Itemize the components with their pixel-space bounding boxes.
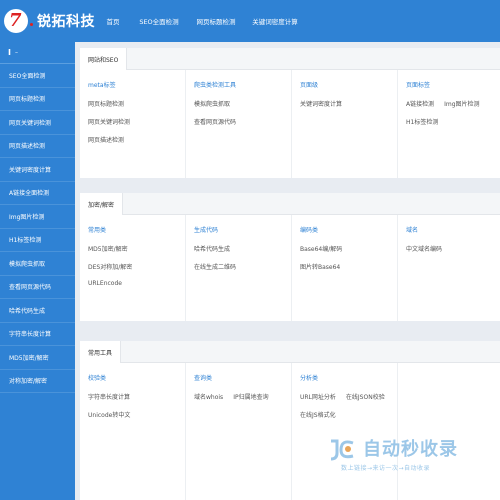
sidebar-item-keyword-density[interactable]: 关键词密度计算	[0, 158, 75, 182]
sidebar-item-h1-check[interactable]: H1标签检测	[0, 229, 75, 252]
panel-tabbar: 加密/解密	[80, 193, 500, 215]
tool-link-unicode[interactable]: Unicode转中文	[88, 410, 130, 419]
tool-group: meta标签 网页标题检测 网页关键词检测 网页描述检测	[80, 70, 186, 178]
topnav-title-check[interactable]: 网页标题检测	[188, 0, 244, 42]
tool-group: 页面标签 A链接检测 Img图片检测 H1标签检测	[398, 70, 500, 178]
watermark: 自动秒收录 数上链接→来访一次→自动收录	[325, 433, 485, 479]
sidebar-item-description-check[interactable]: 网页描述检测	[0, 135, 75, 158]
sidebar-item-view-source[interactable]: 查看网页源代码	[0, 276, 75, 299]
group-title[interactable]: 生成代码	[194, 225, 291, 234]
sidebar-item-title-check[interactable]: 网页标题检测	[0, 88, 75, 111]
logo-mark-icon: 7	[4, 9, 28, 33]
sidebar-item-md5[interactable]: MD5加密/解密	[0, 346, 75, 370]
tool-group: 分析类 URL网址分析 在线JSON校验 在线JS格式化	[292, 363, 398, 500]
topnav-seo-check[interactable]: SEO全面检测	[130, 0, 188, 42]
sidebar-item-img-check[interactable]: Img图片检测	[0, 205, 75, 229]
tool-link-keyword-density[interactable]: 关键词密度计算	[300, 99, 342, 108]
group-title[interactable]: 校验类	[88, 373, 185, 382]
panel-tabbar: 网站和SEO	[80, 48, 500, 70]
tool-group: 域名 中文域名编码	[398, 215, 500, 321]
panel-crypto: 加密/解密 常用类 MD5加密/解密 DES对称加/解密 URLEncode 生…	[80, 193, 500, 321]
tool-link-md5[interactable]: MD5加密/解密	[88, 244, 128, 253]
tab-tools[interactable]: 常用工具	[80, 341, 122, 363]
tool-link-description-check[interactable]: 网页描述检测	[88, 135, 124, 144]
tool-link-qrcode[interactable]: 在线生成二维码	[194, 262, 236, 271]
sidebar: I – SEO全面检测 网页标题检测 网页关键词检测 网页描述检测 关键词密度计…	[0, 42, 75, 500]
sidebar-item-symmetric-crypto[interactable]: 对称加密/解密	[0, 370, 75, 393]
tool-link-keyword-check[interactable]: 网页关键词检测	[88, 117, 130, 126]
group-title[interactable]: 分析类	[300, 373, 397, 382]
tool-link-url-analysis[interactable]: URL网址分析	[300, 392, 336, 401]
sidebar-header-label: I	[8, 48, 11, 57]
tool-link-title-check[interactable]: 网页标题检测	[88, 99, 124, 108]
tool-link-urlencode[interactable]: URLEncode	[88, 280, 122, 287]
tool-link-json-check[interactable]: 在线JSON校验	[346, 392, 385, 401]
sidebar-item-crawler-sim[interactable]: 模拟爬虫抓取	[0, 252, 75, 276]
group-title[interactable]: 查询类	[194, 373, 291, 382]
tool-group: 查询类 域名whois IP归属地查询	[186, 363, 292, 500]
tool-link-h1-check[interactable]: H1标签检测	[406, 117, 438, 126]
tool-link-base64[interactable]: Base64编/解码	[300, 244, 342, 253]
top-nav: 首页 SEO全面检测 网页标题检测 关键词密度计算	[96, 0, 306, 42]
group-title[interactable]: 常用类	[88, 225, 185, 234]
topnav-keyword-density[interactable]: 关键词密度计算	[244, 0, 306, 42]
panel-seo: 网站和SEO meta标签 网页标题检测 网页关键词检测 网页描述检测 爬虫类检…	[80, 48, 500, 178]
sidebar-item-seo-check[interactable]: SEO全面检测	[0, 64, 75, 88]
tool-group: 校验类 字符串长度计算 Unicode转中文	[80, 363, 186, 500]
watermark-subtitle: 数上链接→来访一次→自动收录	[341, 465, 431, 472]
topnav-home[interactable]: 首页	[96, 0, 130, 42]
tool-link-crawler-sim[interactable]: 模拟爬虫抓取	[194, 99, 230, 108]
tool-group: 编码类 Base64编/解码 图片转Base64	[292, 215, 398, 321]
tool-group-empty	[398, 363, 500, 500]
tool-link-whois[interactable]: 域名whois	[194, 392, 223, 401]
tab-crypto[interactable]: 加密/解密	[80, 193, 124, 215]
sidebar-item-link-check[interactable]: A链接全面检测	[0, 182, 75, 205]
watermark-title: 自动秒收录	[363, 439, 458, 460]
tool-link-img-check[interactable]: Img图片检测	[444, 99, 479, 108]
group-title[interactable]: 编码类	[300, 225, 397, 234]
tool-group: 页面级 关键词密度计算	[292, 70, 398, 178]
tool-link-des[interactable]: DES对称加/解密	[88, 262, 132, 271]
logo-dot	[30, 22, 33, 26]
tool-group: 生成代码 哈希代码生成 在线生成二维码	[186, 215, 292, 321]
tool-link-js-format[interactable]: 在线JS格式化	[300, 410, 336, 419]
sidebar-collapse-icon: –	[14, 49, 18, 56]
watermark-logo-icon	[330, 439, 354, 461]
group-title[interactable]: 页面标签	[406, 80, 500, 89]
tool-link-a-check[interactable]: A链接检测	[406, 99, 434, 108]
panel-tabbar: 常用工具	[80, 341, 500, 363]
group-title[interactable]: 页面级	[300, 80, 397, 89]
tool-link-view-source[interactable]: 查看网页源代码	[194, 117, 236, 126]
group-title[interactable]: 域名	[406, 225, 500, 234]
sidebar-item-string-length[interactable]: 字符串长度计算	[0, 323, 75, 346]
tool-link-string-length[interactable]: 字符串长度计算	[88, 392, 130, 401]
group-title[interactable]: meta标签	[88, 80, 185, 89]
tool-group: 爬虫类检测工具 模拟爬虫抓取 查看网页源代码	[186, 70, 292, 178]
sidebar-header[interactable]: I –	[0, 42, 75, 64]
tool-link-hash-gen[interactable]: 哈希代码生成	[194, 244, 230, 253]
top-bar: 7 锐拓科技 首页 SEO全面检测 网页标题检测 关键词密度计算	[0, 0, 500, 42]
tab-seo[interactable]: 网站和SEO	[80, 48, 128, 70]
tool-group: 常用类 MD5加密/解密 DES对称加/解密 URLEncode	[80, 215, 186, 321]
tool-link-img-base64[interactable]: 图片转Base64	[300, 262, 340, 271]
brand-logo[interactable]: 7 锐拓科技	[4, 4, 95, 38]
tool-link-idn[interactable]: 中文域名编码	[406, 244, 442, 253]
sidebar-item-keyword-check[interactable]: 网页关键词检测	[0, 111, 75, 135]
brand-name: 锐拓科技	[37, 14, 95, 30]
sidebar-item-hash-gen[interactable]: 哈希代码生成	[0, 299, 75, 323]
group-title[interactable]: 爬虫类检测工具	[194, 80, 291, 89]
tool-link-ip-location[interactable]: IP归属地查询	[233, 392, 268, 401]
